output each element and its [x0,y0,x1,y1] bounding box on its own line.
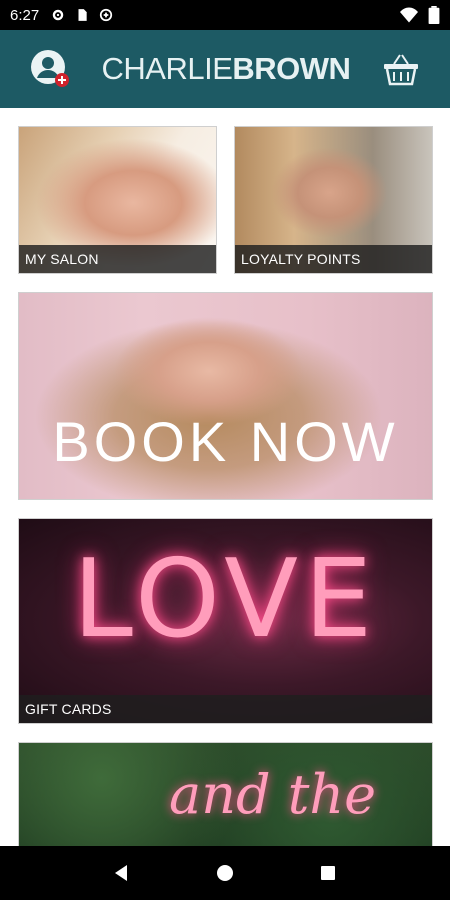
app-bar: CHARLIE BROWN [0,30,450,108]
love-neon-image: LOVE [72,537,379,662]
account-icon [31,50,69,87]
loyalty-points-tile[interactable]: LOYALTY POINTS [234,126,433,274]
back-icon[interactable] [113,864,131,882]
system-nav-bar [0,846,450,900]
account-button[interactable] [30,49,70,89]
recents-icon[interactable] [319,864,337,882]
neon-plants-tile[interactable]: and the [18,742,433,846]
basket-button[interactable] [382,52,420,86]
home-content[interactable]: MY SALON LOYALTY POINTS BOOK NOW LOVE GI… [0,108,450,846]
wifi-icon [400,7,418,23]
logo-part1: CHARLIE [101,51,233,86]
brand-logo: CHARLIE BROWN [102,51,351,87]
status-bar: 6:27 [0,0,450,30]
loyalty-points-caption: LOYALTY POINTS [235,245,432,273]
neon-sign-image: and the [169,763,377,826]
gear-icon [52,9,64,21]
gift-cards-tile[interactable]: LOVE GIFT CARDS [18,518,433,724]
my-salon-caption: MY SALON [19,245,216,273]
home-icon[interactable] [216,864,234,882]
status-time: 6:27 [10,6,40,24]
book-now-tile[interactable]: BOOK NOW [18,292,433,500]
logo-part2: BROWN [232,51,351,86]
data-saver-icon [100,8,113,22]
gift-cards-caption: GIFT CARDS [19,695,432,723]
book-now-label: BOOK NOW [52,410,399,473]
battery-icon [428,6,440,24]
my-salon-tile[interactable]: MY SALON [18,126,217,274]
basket-icon [383,54,418,86]
sim-card-icon [78,9,87,21]
